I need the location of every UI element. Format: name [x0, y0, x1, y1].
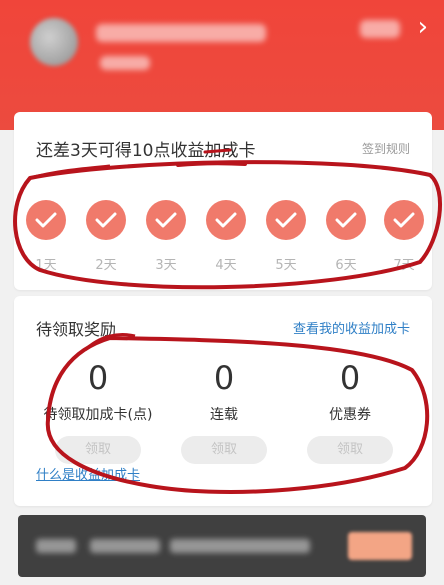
reward-value: 0: [339, 359, 361, 397]
check-icon: [86, 200, 126, 240]
reward-item-serial: 0 连载 领取: [154, 360, 294, 464]
reward-item-coupon: 0 优惠券 领取: [280, 360, 420, 464]
reward-value: 0: [87, 359, 109, 397]
avatar[interactable]: [30, 18, 78, 66]
claim-button[interactable]: 领取: [181, 436, 267, 464]
blurred-banner-text: [170, 539, 310, 553]
day-item[interactable]: 7天: [374, 200, 434, 273]
signin-days-row: 1天 2天 3天 4天 5天 6天 7天: [14, 200, 432, 273]
check-icon: [206, 200, 246, 240]
rewards-title: 待领取奖励: [36, 320, 117, 339]
profile-header[interactable]: ›: [0, 0, 444, 130]
banner-action-button[interactable]: [348, 532, 412, 560]
blurred-banner-text: [36, 539, 76, 553]
day-label: 5天: [275, 258, 297, 273]
check-icon: [26, 200, 66, 240]
chevron-right-icon[interactable]: ›: [418, 14, 428, 40]
what-is-bonus-card-link[interactable]: 什么是收益加成卡: [36, 464, 140, 483]
day-label: 1天: [35, 258, 57, 273]
day-label: 2天: [95, 258, 117, 273]
day-item[interactable]: 5天: [256, 200, 316, 273]
rewards-card: 待领取奖励 查看我的收益加成卡 0 待领取加成卡(点) 领取 0 连载 领取 0…: [14, 296, 432, 506]
day-label: 4天: [215, 258, 237, 273]
blurred-banner-text: [90, 539, 160, 553]
day-label: 7天: [393, 258, 415, 273]
signin-rules-link[interactable]: 签到规则: [362, 140, 410, 157]
day-item[interactable]: 3天: [136, 200, 196, 273]
view-bonus-cards-link[interactable]: 查看我的收益加成卡: [293, 318, 410, 337]
blurred-username: [96, 24, 266, 42]
day-item[interactable]: 4天: [196, 200, 256, 273]
check-icon: [384, 200, 424, 240]
reward-label: 待领取加成卡(点): [43, 407, 153, 423]
day-item[interactable]: 2天: [76, 200, 136, 273]
day-label: 6天: [335, 258, 357, 273]
check-icon: [326, 200, 366, 240]
bottom-banner[interactable]: [18, 515, 426, 577]
signin-card: 还差3天可得10点收益加成卡 签到规则 1天 2天 3天 4天 5天 6天 7天: [14, 112, 432, 290]
check-icon: [146, 200, 186, 240]
check-icon: [266, 200, 306, 240]
reward-label: 连载: [210, 407, 238, 423]
day-item[interactable]: 1天: [16, 200, 76, 273]
reward-label: 优惠券: [329, 407, 371, 423]
signin-title: 还差3天可得10点收益加成卡: [36, 141, 256, 161]
day-label: 3天: [155, 258, 177, 273]
claim-button[interactable]: 领取: [55, 436, 141, 464]
claim-button[interactable]: 领取: [307, 436, 393, 464]
day-item[interactable]: 6天: [316, 200, 376, 273]
reward-value: 0: [213, 359, 235, 397]
blurred-header-text: [360, 20, 400, 38]
reward-item-bonus-card: 0 待领取加成卡(点) 领取: [28, 360, 168, 464]
blurred-subtext: [100, 56, 150, 70]
